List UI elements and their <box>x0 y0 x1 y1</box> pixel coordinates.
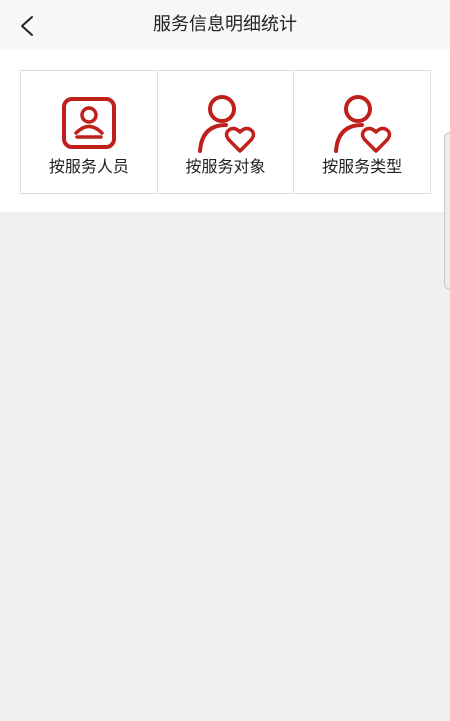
person-heart-icon <box>197 95 255 153</box>
by-type-label: 按服务类型 <box>322 157 403 176</box>
by-client-option[interactable]: 按服务对象 <box>158 71 295 193</box>
person-heart-icon <box>334 95 392 153</box>
page-title: 服务信息明细统计 <box>153 14 297 35</box>
back-button[interactable] <box>16 14 40 38</box>
header-bar: 服务信息明细统计 <box>0 0 450 50</box>
chevron-left-icon <box>21 16 33 36</box>
category-grid: 按服务人员 按服务对象 按服务类型 <box>20 70 431 194</box>
by-type-option[interactable]: 按服务类型 <box>294 71 430 193</box>
staff-id-card-icon <box>61 97 116 149</box>
by-staff-option[interactable]: 按服务人员 <box>21 71 158 193</box>
side-scroll-handle[interactable] <box>444 132 450 290</box>
by-client-label: 按服务对象 <box>185 157 266 176</box>
by-staff-label: 按服务人员 <box>48 157 129 176</box>
